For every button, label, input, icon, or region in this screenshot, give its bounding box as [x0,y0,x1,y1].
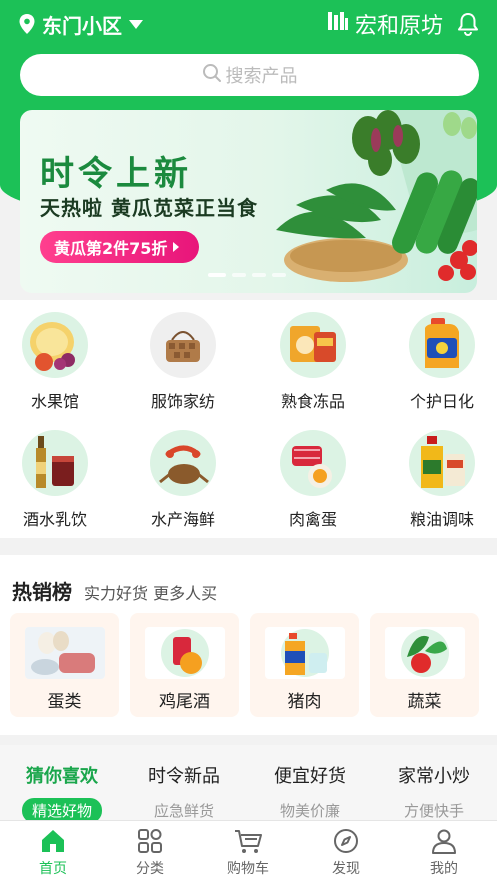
search-bar[interactable]: 搜索产品 [20,54,479,96]
cocktail-icon [144,627,225,679]
bell-icon[interactable] [457,12,479,36]
top-bar: 东门小区 宏和原坊 [0,0,497,48]
category-grid: 水果馆 服饰家纺 熟食冻品 个护日化 酒水乳饮 水产海鲜 肉禽蛋 粮油调味 [0,300,497,538]
nav-label: 我的 [430,861,458,877]
fruit-icon [22,312,88,378]
category-item-seafood[interactable]: 水产海鲜 [128,430,238,530]
hot-item-name: 蛋类 [47,692,82,712]
bottom-nav: 首页 分类 购物车 发现 我的 [0,820,497,883]
pagination-dot [232,273,246,277]
nav-label: 首页 [39,861,67,877]
nav-label: 购物车 [227,861,269,877]
category-item-meat[interactable]: 肉禽蛋 [258,430,368,530]
banner-promo-button[interactable]: 黄瓜第2件75折 [40,231,200,263]
location-selector[interactable]: 东门小区 [18,10,144,39]
category-label: 服饰家纺 [150,392,215,411]
vegetables-illustration [276,110,477,282]
handbag-icon [150,312,216,378]
beverage-icon [22,430,88,496]
hot-item-name: 蔬菜 [407,692,442,712]
vegetable-icon [384,627,465,679]
nav-label: 分类 [136,861,164,877]
eggs-meat-icon [24,627,105,679]
category-label: 肉禽蛋 [288,510,337,529]
location-pin-icon [18,13,36,35]
nav-cart[interactable]: 购物车 [198,826,298,878]
category-label: 水产海鲜 [150,510,215,529]
banner-pagination [208,273,286,277]
meat-egg-icon [280,430,346,496]
hot-sales-header: 热销榜 实力好货 更多人买 [12,576,217,605]
category-item-fruit[interactable]: 水果馆 [0,312,110,412]
category-label: 水果馆 [30,392,79,411]
category-label: 熟食冻品 [280,392,345,411]
location-label: 东门小区 [42,13,122,38]
grid-icon [136,826,164,856]
category-item-apparel[interactable]: 服饰家纺 [128,312,238,412]
banner-subtitle: 天热啦 黄瓜苋菜正当食 [40,196,258,220]
cart-icon [233,826,263,856]
category-label: 个护日化 [409,392,474,411]
banner-title: 时令上新 [40,154,192,194]
hot-item-card[interactable]: 猪肉 [250,613,359,717]
feed-tab-label: 便宜好货 [274,766,346,787]
category-item-deli[interactable]: 熟食冻品 [258,312,368,412]
feed-tabs: 猜你喜欢 精选好物 时令新品 应急鲜货 便宜好货 物美价廉 家常小炒 方便快手 [0,745,497,823]
hot-item-card[interactable]: 蛋类 [10,613,119,717]
detergent-icon [409,312,475,378]
feed-tab-label: 猜你喜欢 [26,766,98,787]
brand-name: 宏和原坊 [354,14,443,39]
category-item-personal-care[interactable]: 个护日化 [387,312,497,412]
promo-banner[interactable]: 时令上新 天热啦 黄瓜苋菜正当食 黄瓜第2件75折 [20,110,477,293]
detergent-icon [264,627,345,679]
feed-tab-label: 时令新品 [148,766,220,787]
category-item-grain-oil[interactable]: 粮油调味 [387,430,497,530]
hot-item-card[interactable]: 鸡尾酒 [130,613,239,717]
feed-tab-guess-you-like[interactable]: 猜你喜欢 精选好物 [0,762,124,823]
hot-sales-section: 热销榜 实力好货 更多人买 蛋类 鸡尾酒 猪肉 蔬菜 [0,555,497,735]
category-label: 粮油调味 [409,510,474,529]
category-item-beverages[interactable]: 酒水乳饮 [0,430,110,530]
user-icon [430,826,458,856]
snack-pack-icon [280,312,346,378]
feed-tab-seasonal[interactable]: 时令新品 应急鲜货 [122,762,246,823]
hot-item-name: 猪肉 [287,692,322,712]
section-title: 热销榜 [12,580,72,604]
nav-category[interactable]: 分类 [100,826,200,878]
brand-mark-icon [327,10,349,38]
category-label: 酒水乳饮 [22,510,87,529]
search-icon [202,63,222,88]
nav-home[interactable]: 首页 [3,826,103,878]
section-subtitle: 实力好货 更多人买 [84,584,218,603]
nav-label: 发现 [332,861,360,877]
compass-icon [332,826,360,856]
pagination-dot [272,273,286,277]
pagination-dot [252,273,266,277]
search-placeholder: 搜索产品 [225,66,298,87]
feed-tab-label: 家常小炒 [398,766,470,787]
hot-item-card[interactable]: 蔬菜 [370,613,479,717]
feed-tab-home-cooking[interactable]: 家常小炒 方便快手 [372,762,496,823]
hot-item-name: 鸡尾酒 [159,692,210,712]
seafood-icon [150,430,216,496]
chevron-down-icon [128,18,144,30]
nav-discover[interactable]: 发现 [296,826,396,878]
feed-tab-bargain[interactable]: 便宜好货 物美价廉 [248,762,372,823]
pagination-dot [208,273,226,277]
cooking-oil-icon [409,430,475,496]
brand-logo: 宏和原坊 [327,8,443,40]
home-icon [39,826,67,856]
nav-profile[interactable]: 我的 [394,826,494,878]
